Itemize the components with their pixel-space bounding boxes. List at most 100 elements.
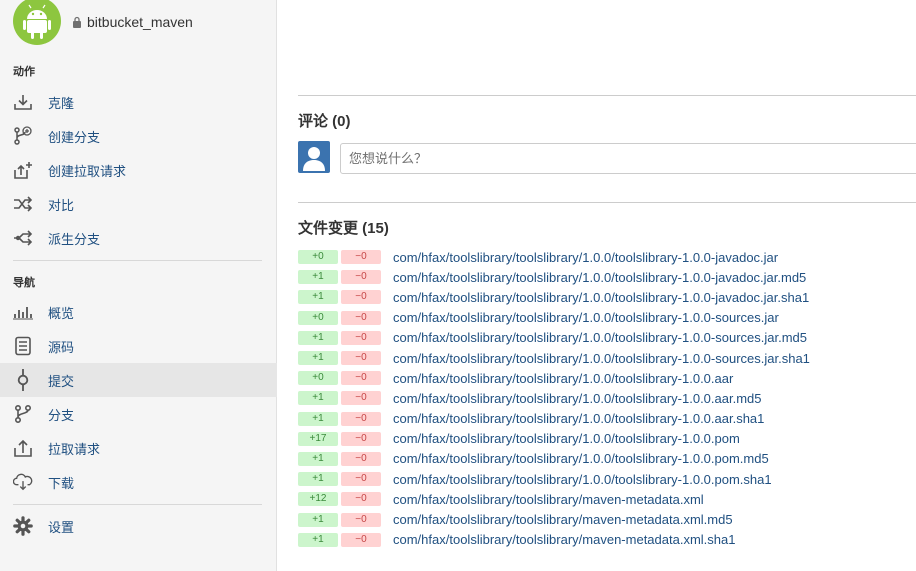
lines-removed-badge: −0 [341, 532, 381, 547]
file-row: +1 −0 com/hfax/toolslibrary/toolslibrary/1… [298, 388, 916, 408]
file-path-link[interactable]: com/hfax/toolslibrary/toolslibrary/maven… [393, 512, 733, 527]
lines-added-badge: +1 [298, 290, 338, 305]
sidebar-item-label: 创建拉取请求 [48, 163, 127, 179]
file-path-link[interactable]: com/hfax/toolslibrary/toolslibrary/1.0.0… [393, 250, 778, 265]
sidebar-item-label: 克隆 [48, 95, 75, 111]
sidebar-item-branches[interactable]: 分支 [0, 397, 277, 431]
branches-icon [13, 404, 33, 424]
lines-added-badge: +0 [298, 250, 338, 265]
file-row: +1 −0 com/hfax/toolslibrary/toolslibrary/1… [298, 469, 916, 489]
file-path-link[interactable]: com/hfax/toolslibrary/toolslibrary/1.0.0… [393, 431, 740, 446]
file-path-link[interactable]: com/hfax/toolslibrary/toolslibrary/1.0.0… [393, 310, 779, 325]
lines-removed-badge: −0 [341, 371, 381, 386]
sidebar-item-pull-requests[interactable]: 拉取请求 [0, 431, 277, 465]
file-list: +0 −0 com/hfax/toolslibrary/toolslibrary/1… [298, 247, 916, 550]
sidebar-item-label: 派生分支 [48, 231, 101, 247]
lines-added-badge: +1 [298, 451, 338, 466]
repo-header: bitbucket_maven [13, 0, 193, 46]
lines-added-badge: +1 [298, 532, 338, 547]
sidebar: bitbucket_maven 动作 克隆 创建分支 创建拉取请求 对比 派生分… [0, 0, 277, 571]
sidebar-item-label: 拉取请求 [48, 441, 101, 457]
page: bitbucket_maven 动作 克隆 创建分支 创建拉取请求 对比 派生分… [0, 0, 916, 571]
sidebar-item-downloads[interactable]: 下载 [0, 465, 277, 499]
sidebar-divider [13, 504, 262, 505]
sidebar-item-fork[interactable]: 派生分支 [0, 221, 277, 255]
file-path-link[interactable]: com/hfax/toolslibrary/toolslibrary/maven… [393, 492, 704, 507]
file-row: +1 −0 com/hfax/toolslibrary/toolslibrary/m… [298, 509, 916, 529]
downloads-icon [13, 472, 33, 492]
section-divider [298, 202, 916, 203]
file-path-link[interactable]: com/hfax/toolslibrary/toolslibrary/1.0.0… [393, 451, 769, 466]
lock-icon [73, 16, 81, 28]
sidebar-item-create-branch[interactable]: 创建分支 [0, 119, 277, 153]
lines-removed-badge: −0 [341, 270, 381, 285]
file-path-link[interactable]: com/hfax/toolslibrary/toolslibrary/1.0.0… [393, 270, 806, 285]
lines-added-badge: +0 [298, 371, 338, 386]
sidebar-item-label: 概览 [48, 305, 75, 321]
file-row: +12 −0 com/hfax/toolslibrary/toolslibrary/… [298, 489, 916, 509]
sidebar-item-overview[interactable]: 概览 [0, 295, 277, 329]
lines-removed-badge: −0 [341, 330, 381, 345]
file-row: +1 −0 com/hfax/toolslibrary/toolslibrary/1… [298, 449, 916, 469]
user-avatar-icon [298, 141, 330, 173]
lines-added-badge: +1 [298, 391, 338, 406]
file-row: +0 −0 com/hfax/toolslibrary/toolslibrary/1… [298, 368, 916, 388]
lines-removed-badge: −0 [341, 351, 381, 366]
lines-added-badge: +12 [298, 492, 338, 507]
sidebar-item-source[interactable]: 源码 [0, 329, 277, 363]
file-row: +1 −0 com/hfax/toolslibrary/toolslibrary/1… [298, 267, 916, 287]
sidebar-item-label: 创建分支 [48, 129, 101, 145]
files-changed-heading: 文件变更 (15) [298, 220, 389, 237]
overview-icon [13, 302, 33, 322]
lines-added-badge: +1 [298, 512, 338, 527]
file-path-link[interactable]: com/hfax/toolslibrary/toolslibrary/1.0.0… [393, 472, 772, 487]
fork-icon [13, 228, 33, 248]
sidebar-item-label: 设置 [48, 519, 75, 535]
source-icon [13, 336, 33, 356]
comments-heading: 评论 (0) [298, 113, 351, 130]
repo-title[interactable]: bitbucket_maven [72, 14, 193, 30]
gear-icon [13, 516, 33, 536]
sidebar-item-label: 源码 [48, 339, 75, 355]
sidebar-item-compare[interactable]: 对比 [0, 187, 277, 221]
sidebar-item-create-pull-request[interactable]: 创建拉取请求 [0, 153, 277, 187]
file-path-link[interactable]: com/hfax/toolslibrary/toolslibrary/1.0.0… [393, 391, 762, 406]
lines-removed-badge: −0 [341, 391, 381, 406]
file-path-link[interactable]: com/hfax/toolslibrary/toolslibrary/1.0.0… [393, 290, 809, 305]
actions-section-label: 动作 [13, 66, 35, 78]
lines-removed-badge: −0 [341, 472, 381, 487]
create-branch-icon [13, 126, 33, 146]
lines-removed-badge: −0 [341, 411, 381, 426]
download-icon [13, 92, 33, 112]
file-row: +1 −0 com/hfax/toolslibrary/toolslibrary/1… [298, 287, 916, 307]
file-row: +1 −0 com/hfax/toolslibrary/toolslibrary/1… [298, 409, 916, 429]
file-row: +17 −0 com/hfax/toolslibrary/toolslibrary/… [298, 429, 916, 449]
sidebar-item-settings[interactable]: 设置 [0, 509, 277, 543]
comment-input[interactable]: 您想说什么？ [340, 143, 916, 174]
lines-added-badge: +0 [298, 310, 338, 325]
file-path-link[interactable]: com/hfax/toolslibrary/toolslibrary/1.0.0… [393, 330, 807, 345]
sidebar-item-commits[interactable]: 提交 [0, 363, 277, 397]
lines-removed-badge: −0 [341, 512, 381, 527]
lines-removed-badge: −0 [341, 250, 381, 265]
file-row: +0 −0 com/hfax/toolslibrary/toolslibrary/1… [298, 247, 916, 267]
file-path-link[interactable]: com/hfax/toolslibrary/toolslibrary/1.0.0… [393, 411, 764, 426]
repo-name: bitbucket_maven [87, 13, 193, 30]
file-row: +1 −0 com/hfax/toolslibrary/toolslibrary/1… [298, 348, 916, 368]
file-path-link[interactable]: com/hfax/toolslibrary/toolslibrary/1.0.0… [393, 351, 810, 366]
lines-added-badge: +1 [298, 351, 338, 366]
pull-requests-icon [13, 438, 33, 458]
nav-section-label: 导航 [13, 277, 35, 289]
lines-removed-badge: −0 [341, 310, 381, 325]
file-path-link[interactable]: com/hfax/toolslibrary/toolslibrary/maven… [393, 532, 735, 547]
file-path-link[interactable]: com/hfax/toolslibrary/toolslibrary/1.0.0… [393, 371, 733, 386]
file-row: +1 −0 com/hfax/toolslibrary/toolslibrary/1… [298, 328, 916, 348]
commits-icon [13, 369, 33, 391]
compare-icon [13, 194, 33, 214]
sidebar-item-clone[interactable]: 克隆 [0, 85, 277, 119]
sidebar-item-label: 提交 [48, 373, 75, 389]
android-avatar-icon[interactable] [13, 0, 61, 45]
main-content: 评论 (0) 您想说什么？ 文件变更 (15) +0 −0 com/hfax/too… [298, 0, 916, 571]
lines-added-badge: +1 [298, 411, 338, 426]
create-pull-request-icon [13, 160, 33, 180]
